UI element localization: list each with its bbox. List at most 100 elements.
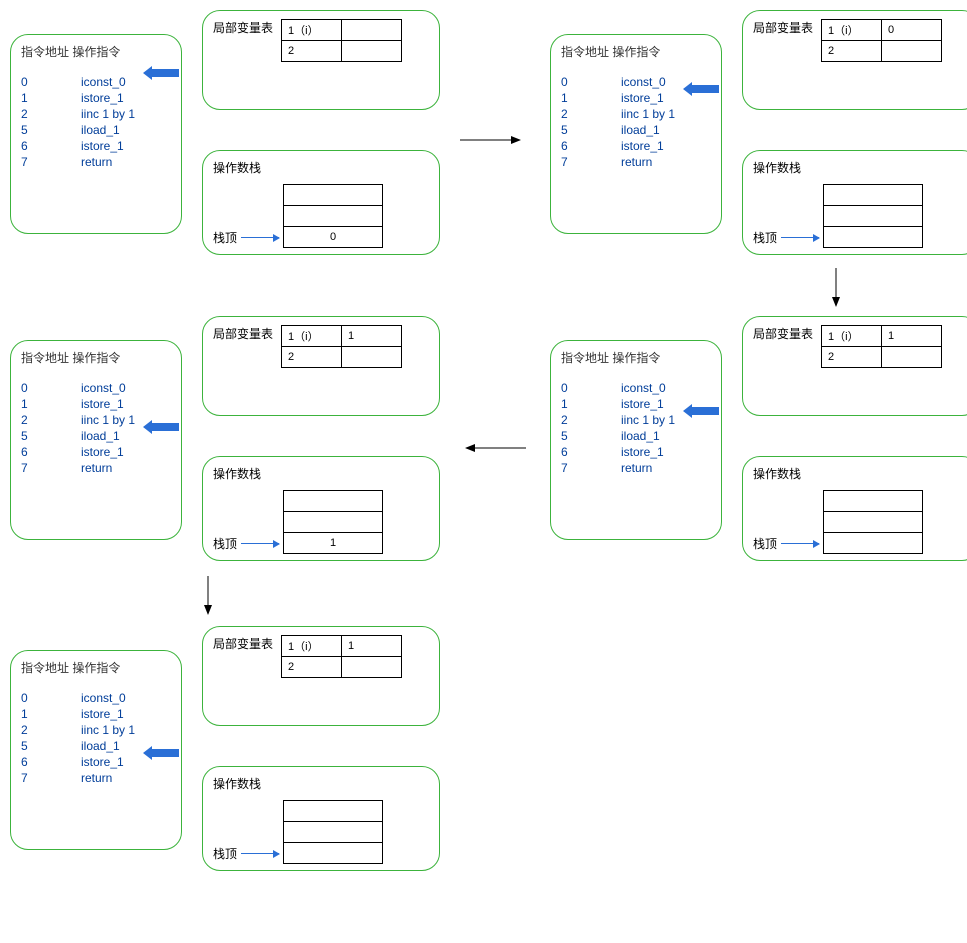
instruction-addr: 5 [21,122,81,138]
instruction-row: 7return [21,460,171,476]
instruction-list: 0iconst_01istore_12iinc 1 by 15iload_16i… [21,690,171,786]
instruction-addr: 6 [561,138,621,154]
stack-top-arrow [241,543,279,544]
instruction-header: 指令地址 操作指令 [561,349,711,366]
stack-cell [284,206,383,227]
instruction-op: iconst_0 [81,74,126,90]
instruction-addr: 1 [21,396,81,412]
lvt-cell: 1（i） [822,20,882,41]
operand-stack-title: 操作数栈 [753,159,801,176]
instruction-row: 0iconst_0 [561,380,711,396]
local-variable-table: 1（i）12 [821,325,942,368]
stack-cell: 0 [284,227,383,248]
instruction-addr: 0 [21,74,81,90]
instruction-panel: 指令地址 操作指令0iconst_01istore_12iinc 1 by 15… [10,340,182,540]
instruction-addr: 0 [21,380,81,396]
stack-wrap: 栈顶 [753,490,967,554]
addr-header: 指令地址 [21,661,69,675]
lvt-title: 局部变量表 [753,19,813,36]
instruction-addr: 6 [21,444,81,460]
lvt-cell [342,657,402,678]
lvt-title: 局部变量表 [213,635,273,652]
instruction-panel: 指令地址 操作指令 0iconst_01istore_12iinc 1 by 15… [10,650,182,850]
local-variable-table: 1（i）12 [281,325,402,368]
operand-stack-title: 操作数栈 [753,465,801,482]
instruction-row: 7return [561,154,711,170]
instruction-header: 指令地址 操作指令 [561,43,711,60]
lvt-cell: 2 [282,41,342,62]
lvt-cell: 0 [882,20,942,41]
instruction-row: 6istore_1 [561,444,711,460]
current-instruction-arrow [151,749,179,757]
instruction-addr: 6 [561,444,621,460]
op-header: 操作指令 [72,661,120,675]
stack-top-arrow [781,543,819,544]
lvt-cell: 2 [822,347,882,368]
instruction-panel: 指令地址 操作指令0iconst_01istore_12iinc 1 by 15… [550,34,722,234]
instruction-header: 指令地址 操作指令 [21,659,171,676]
op-header: 操作指令 [612,351,660,365]
instruction-panel: 指令地址 操作指令 0iconst_01 istore_1 2iinc 1 by 15… [10,34,182,234]
stack-wrap: 栈顶 [213,800,429,864]
lvt-cell: 1 [342,326,402,347]
instruction-op: istore_1 [81,138,124,154]
lvt-title: 局部变量表 [213,19,273,36]
current-instruction-arrow [691,407,719,415]
instruction-addr: 2 [561,412,621,428]
local-variable-table: 1（i）12 [281,635,402,678]
operand-stack-panel: 操作数栈栈顶0 [202,150,440,255]
instruction-addr: 2 [21,722,81,738]
instruction-addr: 7 [21,770,81,786]
lvt-title: 局部变量表 [753,325,813,342]
instruction-header: 指令地址 操作指令 [21,43,171,60]
diagram-canvas: 指令地址 操作指令0iconst_01istore_12iinc 1 by 15… [10,10,957,933]
instruction-op: iconst_0 [621,380,666,396]
instruction-row: 2iinc 1 by 1 [21,106,171,122]
instruction-row: 5iload_1 [21,122,171,138]
instruction-addr: 5 [561,122,621,138]
local-variable-table: 1（i）2 [281,19,402,62]
lvt-title: 局部变量表 [213,325,273,342]
local-variable-table: 1（i）02 [821,19,942,62]
instruction-addr: 0 [561,74,621,90]
instruction-addr: 1 [21,90,81,106]
instruction-op: istore_1 [81,754,124,770]
stack-wrap: 栈顶1 [213,490,429,554]
operand-stack [823,490,923,554]
instruction-addr: 5 [21,738,81,754]
instruction-row: 2iinc 1 by 1 [561,106,711,122]
instruction-op: iload_1 [621,428,660,444]
addr-header: 指令地址 [561,351,609,365]
lvt-cell: 1（i） [282,20,342,41]
instruction-addr: 2 [561,106,621,122]
instruction-row: 6istore_1 [561,138,711,154]
instruction-panel: 指令地址 操作指令 0iconst_01istore_12iinc 1 by 15… [550,340,722,540]
instruction-op: istore_1 [81,706,124,722]
stack-cell [824,206,923,227]
instruction-op: iload_1 [81,428,120,444]
instruction-op: iload_1 [81,738,120,754]
lvt-cell: 2 [822,41,882,62]
instruction-row: 1istore_1 [21,396,171,412]
stack-cell [284,185,383,206]
operand-stack-title: 操作数栈 [213,465,261,482]
stack-top-label: 栈顶 [753,535,777,554]
instruction-addr: 7 [561,154,621,170]
instruction-op: istore_1 [621,138,664,154]
instruction-row: 1istore_1 [21,706,171,722]
instruction-list: 0iconst_01istore_12iinc 1 by 15iload_16i… [561,380,711,476]
addr-header: 指令地址 [21,45,69,59]
stack-top-label: 栈顶 [213,845,237,864]
instruction-op: iconst_0 [81,380,126,396]
lvt-cell [342,347,402,368]
instruction-row: 5iload_1 [561,428,711,444]
operand-stack-panel: 操作数栈栈顶 [742,150,967,255]
instruction-row: 5iload_1 [561,122,711,138]
stack-cell [824,185,923,206]
op-header: 操作指令 [72,351,120,365]
instruction-op: iinc 1 by 1 [621,412,675,428]
operand-stack: 1 [283,490,383,554]
instruction-addr: 1 [561,90,621,106]
instruction-row: 6istore_1 [21,444,171,460]
instruction-row: 2iinc 1 by 1 [21,722,171,738]
